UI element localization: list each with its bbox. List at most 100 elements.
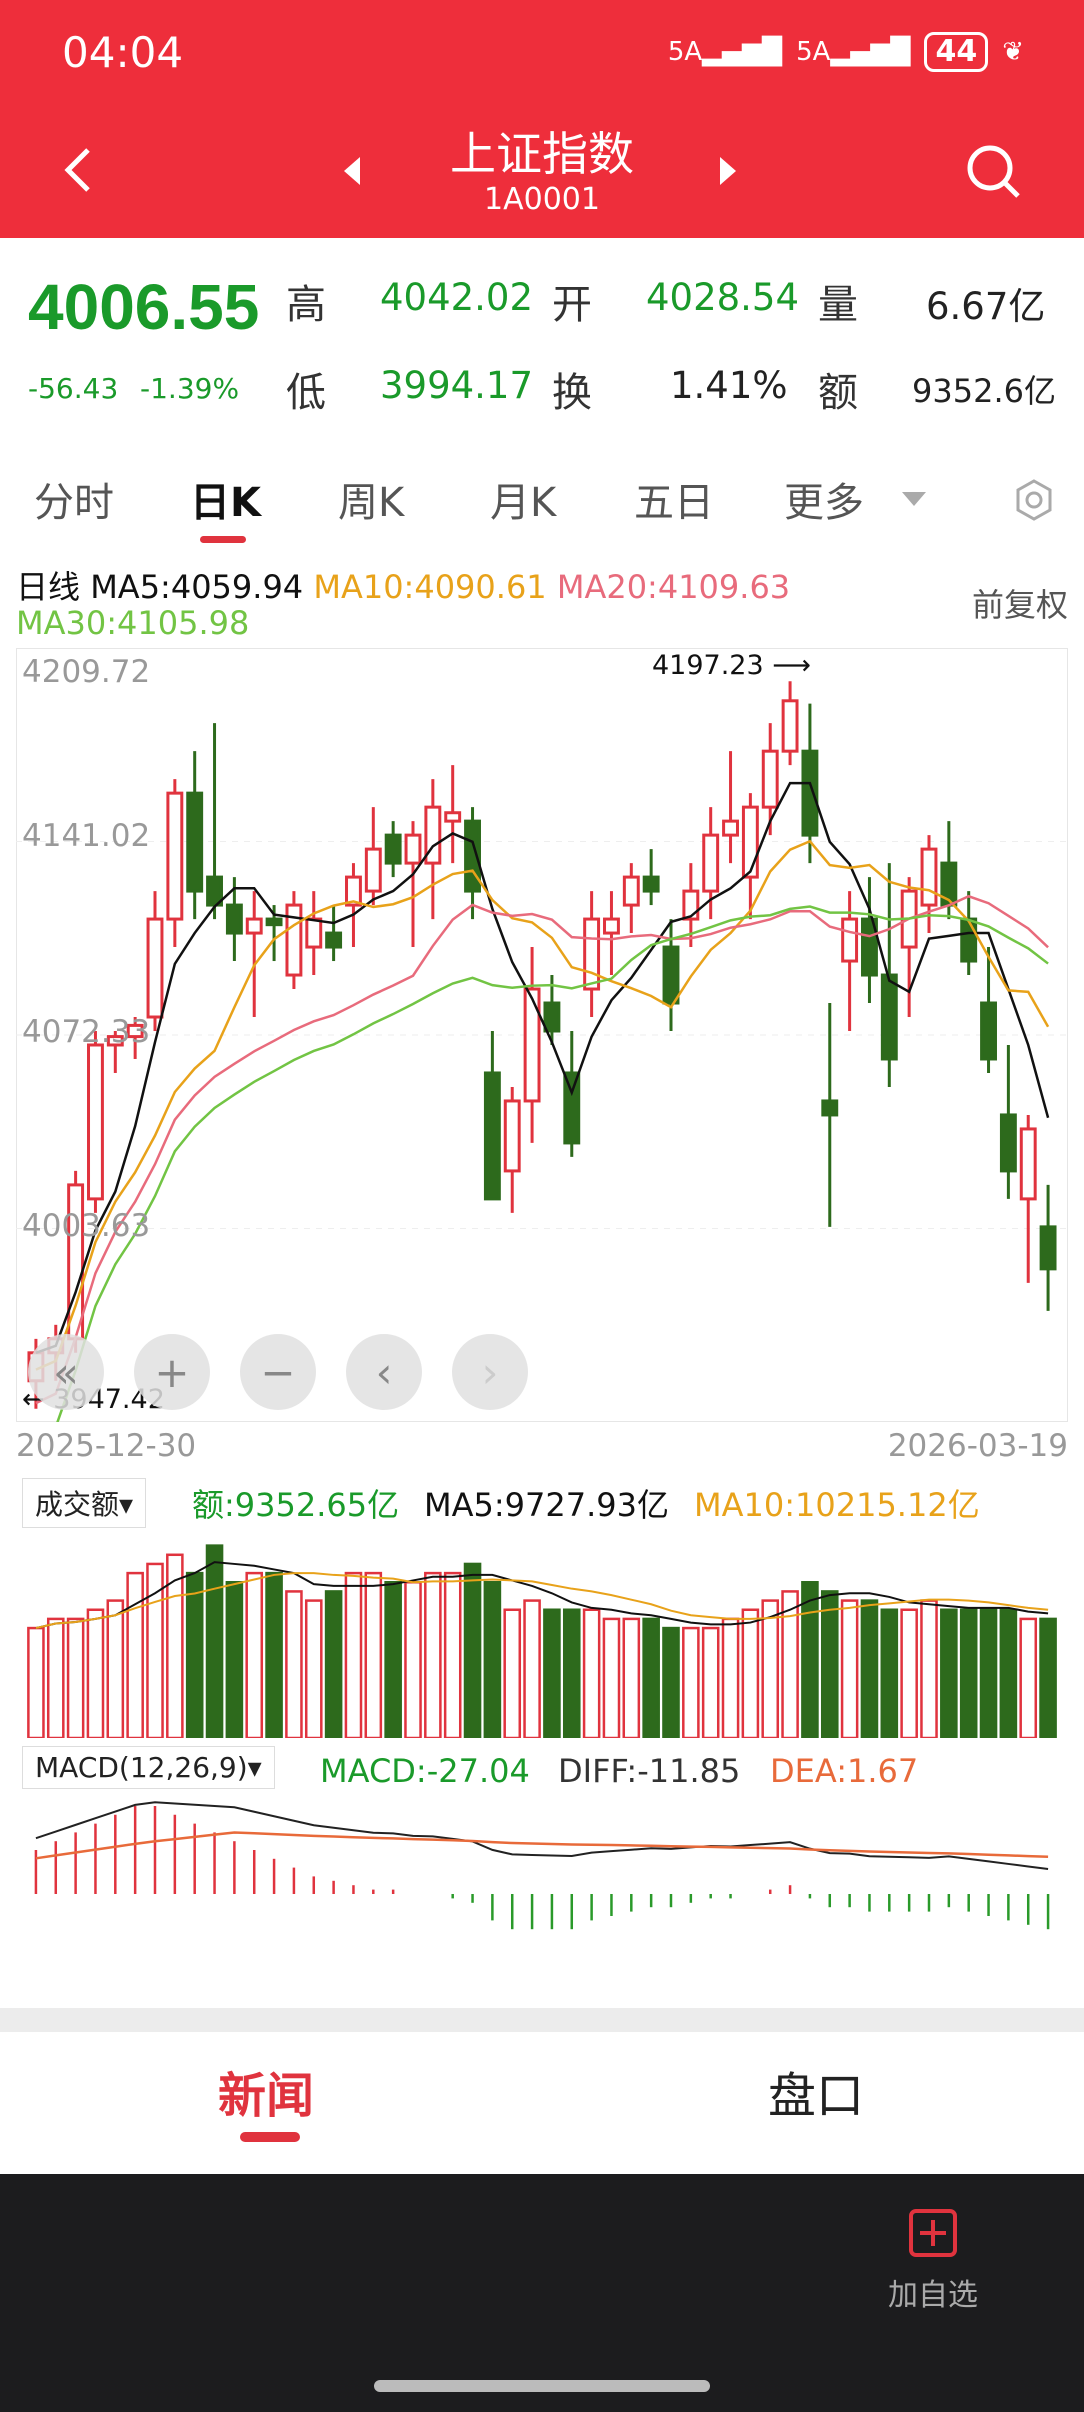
y-tick-2: 4141.02	[22, 818, 151, 854]
battery-icon: 44	[924, 32, 989, 72]
volume-bar	[245, 1571, 264, 1738]
volume-bar	[721, 1617, 740, 1738]
tab-monthly-k[interactable]: 月K	[490, 470, 556, 528]
scroll-left-button[interactable]: ‹	[346, 1334, 422, 1410]
tab-daily-k[interactable]: 日K	[190, 470, 261, 528]
volume-bar	[1039, 1617, 1057, 1738]
volume-bar	[424, 1571, 442, 1738]
volume-bar	[364, 1571, 383, 1738]
diff-value: DIFF:-11.85	[558, 1752, 741, 1790]
add-watchlist-label[interactable]: 加自选	[888, 2270, 978, 2314]
macd-selector[interactable]: MACD(12,26,9)▾	[22, 1746, 275, 1789]
tab-more[interactable]: 更多	[784, 470, 864, 528]
volume-bar	[106, 1599, 125, 1738]
volume-bar	[185, 1571, 204, 1738]
tab-weekly-k[interactable]: 周K	[338, 470, 404, 528]
candle	[87, 1043, 104, 1201]
kline-chart[interactable]	[16, 648, 1068, 1422]
volume-ma5: MA5:9727.93亿	[424, 1486, 669, 1524]
end-date: 2026-03-19	[887, 1428, 1068, 1464]
volume-label: 量	[818, 282, 858, 328]
start-date: 2025-12-30	[16, 1428, 197, 1464]
tab-news[interactable]: 新闻	[218, 2056, 314, 2126]
volume-bar	[265, 1571, 283, 1738]
volume-amount: 额:9352.65亿	[192, 1486, 400, 1524]
settings-icon[interactable]	[1012, 478, 1056, 526]
status-time: 04:04	[62, 28, 184, 77]
scroll-right-button[interactable]: ›	[452, 1334, 528, 1410]
volume-bar	[344, 1571, 363, 1738]
volume-bar	[582, 1608, 601, 1738]
macd-chart[interactable]	[16, 1794, 1068, 2006]
ma-legend: 日线 MA5:4059.94 MA10:4090.61 MA20:4109.63	[16, 562, 790, 608]
candle	[603, 917, 620, 935]
volume-bar	[503, 1608, 522, 1738]
change-value: -56.43	[28, 372, 119, 405]
volume-selector[interactable]: 成交额▾	[22, 1478, 147, 1528]
amount-label: 额	[818, 370, 858, 416]
volume-bar	[820, 1590, 839, 1738]
next-index-icon[interactable]	[716, 155, 740, 191]
high-label: 高	[286, 282, 326, 328]
volume-bar	[860, 1599, 879, 1738]
candle	[583, 917, 601, 991]
news-tab-indicator	[240, 2132, 300, 2142]
tab-five-day[interactable]: 五日	[634, 470, 714, 528]
volume-bar	[622, 1617, 641, 1738]
volume-bar	[86, 1608, 105, 1738]
volume-chart[interactable]	[16, 1526, 1068, 1738]
low-value: 3994.17	[380, 364, 534, 407]
tab-intraday[interactable]: 分时	[34, 470, 114, 528]
dea-value: DEA:1.67	[770, 1752, 919, 1790]
index-code: 1A0001	[484, 182, 600, 217]
turnover-value: 1.41%	[670, 364, 788, 407]
change-percent: -1.39%	[140, 372, 240, 405]
candle	[702, 833, 720, 893]
zoom-out-button[interactable]: −	[240, 1334, 316, 1410]
ma5-value: MA5:4059.94	[90, 568, 304, 606]
volume-ma10: MA10:10215.12亿	[694, 1486, 980, 1524]
scroll-left-fast-button[interactable]: «	[28, 1334, 104, 1410]
candle	[186, 791, 204, 893]
macd-value: MACD:-27.04	[320, 1752, 530, 1790]
candle	[980, 1001, 997, 1061]
candle	[325, 931, 343, 949]
candle	[265, 917, 283, 927]
volume-bar	[126, 1571, 144, 1738]
volume-bar	[920, 1599, 938, 1738]
adjust-button[interactable]: 前复权	[972, 580, 1068, 626]
tab-indicator	[200, 536, 246, 543]
candle	[483, 1071, 501, 1201]
volume-bar	[46, 1617, 65, 1738]
candle	[841, 917, 859, 963]
ma30-value: MA30:4105.98	[16, 604, 250, 642]
tab-order-book[interactable]: 盘口	[768, 2056, 864, 2126]
search-icon[interactable]	[964, 142, 1024, 206]
max-price-label: 4197.23 ⟶	[652, 650, 811, 681]
candle	[404, 833, 422, 865]
volume-bar	[225, 1581, 244, 1738]
volume-bar	[642, 1617, 660, 1738]
high-value: 4042.02	[380, 276, 534, 319]
volume-bar	[324, 1590, 343, 1738]
zoom-in-button[interactable]: +	[134, 1334, 210, 1410]
volume-bar	[701, 1626, 720, 1738]
volume-bar	[463, 1562, 482, 1738]
volume-bar	[999, 1608, 1018, 1738]
volume-bar	[27, 1626, 45, 1738]
volume-bar	[1019, 1617, 1038, 1738]
candle	[821, 1099, 839, 1117]
volume-bar	[404, 1581, 422, 1738]
volume-bar	[940, 1608, 958, 1738]
chevron-down-icon[interactable]	[900, 490, 928, 512]
y-tick-4: 4003.63	[22, 1208, 151, 1244]
period-label: 日线	[16, 568, 81, 606]
open-label: 开	[552, 282, 592, 328]
candle	[503, 1099, 521, 1173]
candle	[444, 811, 462, 823]
volume-bar	[304, 1599, 323, 1738]
volume-value: 6.67亿	[926, 285, 1046, 328]
add-watchlist-icon[interactable]	[908, 2208, 958, 2262]
footer-bar: 加自选	[0, 2174, 1084, 2412]
volume-bar	[662, 1626, 680, 1738]
